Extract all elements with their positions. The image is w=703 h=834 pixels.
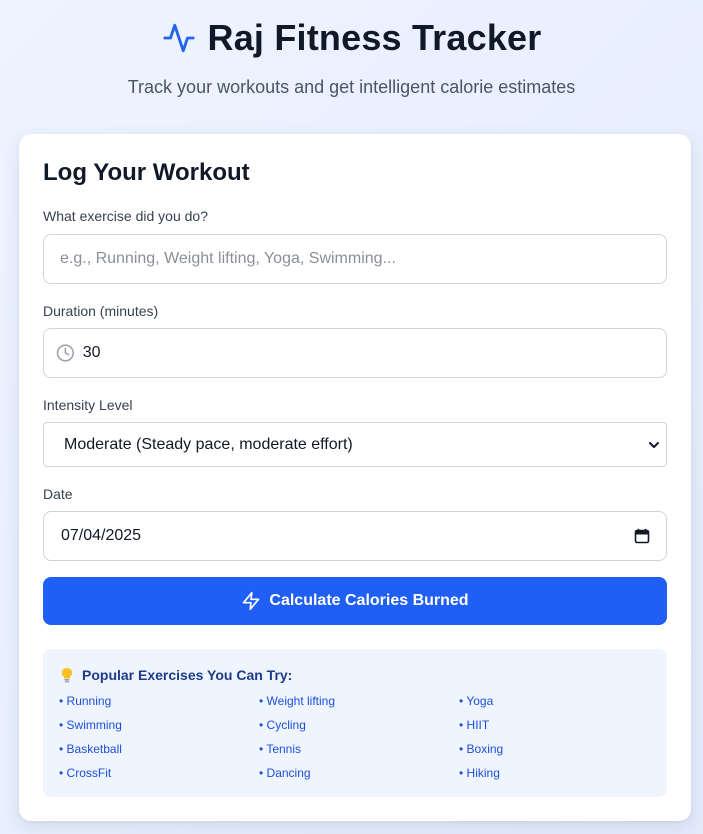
date-input[interactable] — [61, 527, 261, 545]
popular-exercises-panel: Popular Exercises You Can Try: • Running… — [43, 649, 667, 797]
duration-label: Duration (minutes) — [43, 303, 159, 319]
date-label: Date — [43, 486, 73, 502]
duration-input[interactable] — [82, 344, 666, 362]
app-header: Raj Fitness Tracker — [0, 15, 703, 61]
exercise-field[interactable] — [43, 234, 667, 284]
form-heading: Log Your Workout — [43, 159, 250, 186]
exercise-input[interactable] — [60, 250, 666, 268]
chevron-down-icon — [649, 441, 659, 448]
exercise-suggestion-hiking[interactable]: • Hiking — [459, 766, 500, 780]
exercise-suggestion-yoga[interactable]: • Yoga — [459, 694, 493, 708]
calculate-button-label: Calculate Calories Burned — [269, 592, 469, 609]
exercise-suggestion-running[interactable]: • Running — [59, 694, 111, 708]
exercise-suggestion-weight-lifting[interactable]: • Weight lifting — [259, 694, 335, 708]
popular-exercises-heading: Popular Exercises You Can Try: — [60, 667, 292, 683]
exercise-suggestion-hiit[interactable]: • HIIT — [459, 718, 489, 732]
exercise-suggestion-cycling[interactable]: • Cycling — [259, 718, 306, 732]
activity-pulse-icon — [162, 23, 195, 53]
app-title: Raj Fitness Tracker — [207, 17, 542, 58]
exercise-label: What exercise did you do? — [43, 208, 208, 224]
calculate-calories-button[interactable]: Calculate Calories Burned — [43, 577, 667, 625]
lightning-bolt-icon — [243, 591, 260, 611]
clock-icon — [56, 344, 74, 362]
exercise-suggestion-tennis[interactable]: • Tennis — [259, 742, 301, 756]
intensity-select[interactable]: Moderate (Steady pace, moderate effort) — [43, 422, 667, 467]
app-subtitle: Track your workouts and get intelligent … — [127, 77, 576, 97]
intensity-label: Intensity Level — [43, 397, 133, 413]
exercise-suggestion-crossfit[interactable]: • CrossFit — [59, 766, 111, 780]
workout-form-card: Log Your Workout What exercise did you d… — [19, 134, 691, 821]
intensity-selected-value: Moderate (Steady pace, moderate effort) — [64, 435, 353, 453]
exercise-suggestion-basketball[interactable]: • Basketball — [59, 742, 122, 756]
calendar-icon[interactable] — [634, 528, 650, 544]
lightbulb-icon — [61, 668, 73, 683]
exercise-suggestion-swimming[interactable]: • Swimming — [59, 718, 122, 732]
duration-field[interactable] — [43, 328, 667, 378]
exercise-suggestion-dancing[interactable]: • Dancing — [259, 766, 311, 780]
popular-exercises-title: Popular Exercises You Can Try: — [82, 667, 293, 683]
exercise-suggestion-boxing[interactable]: • Boxing — [459, 742, 503, 756]
date-field[interactable] — [43, 511, 667, 561]
